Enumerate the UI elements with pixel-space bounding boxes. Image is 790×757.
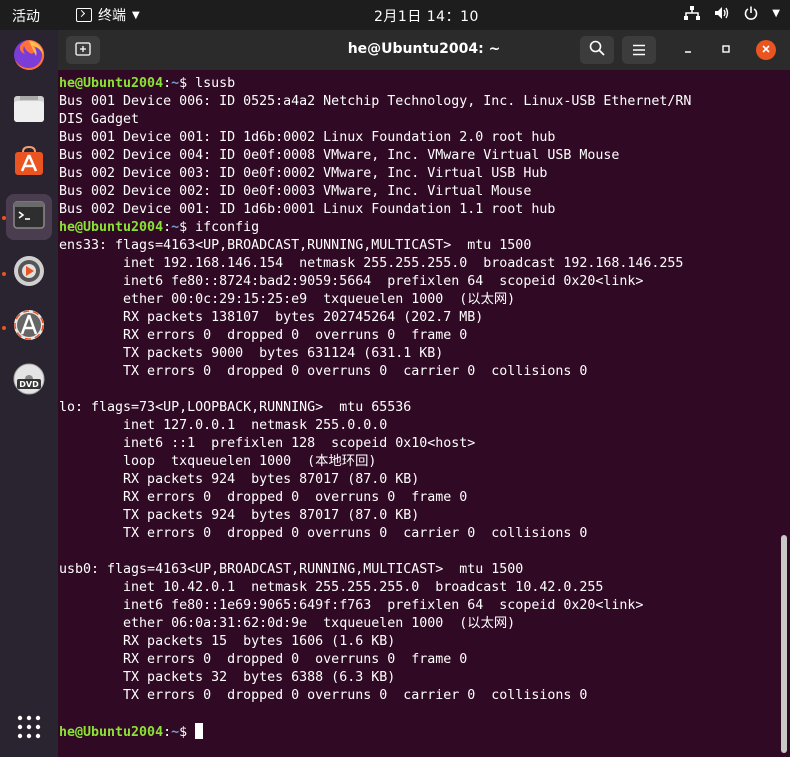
- terminal-output[interactable]: he@Ubuntu2004:~$ lsusb Bus 001 Device 006…: [59, 75, 774, 755]
- dock-firefox[interactable]: [6, 34, 52, 80]
- firefox-icon: [12, 38, 46, 76]
- caret-down-icon[interactable]: ▼: [772, 8, 780, 19]
- output-line: Bus 002 Device 002: ID 0e0f:0003 VMware,…: [59, 184, 532, 199]
- dock-files[interactable]: [6, 88, 52, 134]
- output-line: TX errors 0 dropped 0 overruns 0 carrier…: [59, 688, 588, 703]
- app-grid-icon: [17, 715, 41, 743]
- output-line: usb0: flags=4163<UP,BROADCAST,RUNNING,MU…: [59, 562, 524, 577]
- clock[interactable]: 2月1日 14：10: [374, 6, 479, 26]
- prompt-separator: :: [163, 76, 172, 91]
- prompt-dollar: $: [179, 725, 196, 740]
- output-line: RX packets 138107 bytes 202745264 (202.7…: [59, 310, 484, 325]
- minimize-icon: [683, 43, 693, 57]
- output-line: Bus 001 Device 001: ID 1d6b:0002 Linux F…: [59, 130, 556, 145]
- software-center-icon: [13, 145, 45, 180]
- software-updater-icon: [12, 308, 46, 346]
- minimize-button[interactable]: [678, 40, 698, 60]
- output-line: RX errors 0 dropped 0 overruns 0 frame 0: [59, 652, 468, 667]
- output-line: TX packets 924 bytes 87017 (87.0 KB): [59, 508, 420, 523]
- output-line: lo: flags=73<UP,LOOPBACK,RUNNING> mtu 65…: [59, 400, 412, 415]
- prompt-separator: :: [163, 220, 172, 235]
- prompt-user-host: he@Ubuntu2004: [59, 76, 164, 91]
- prompt-dollar: $: [179, 220, 196, 235]
- prompt-path: ~: [171, 220, 180, 235]
- rhythmbox-icon: [12, 254, 46, 292]
- prompt-user-host: he@Ubuntu2004: [59, 220, 164, 235]
- scrollbar[interactable]: [781, 535, 787, 753]
- dvd-icon: DVD: [12, 362, 46, 400]
- output-line: RX errors 0 dropped 0 overruns 0 frame 0: [59, 328, 468, 343]
- app-menu-label: 终端: [98, 8, 126, 24]
- prompt-user-host: he@Ubuntu2004: [59, 725, 164, 740]
- search-button[interactable]: [580, 36, 614, 64]
- output-line: Bus 002 Device 004: ID 0e0f:0008 VMware,…: [59, 148, 620, 163]
- terminal-icon: [76, 8, 92, 22]
- app-menu[interactable]: 终端 ▼: [76, 5, 140, 25]
- output-line: RX packets 15 bytes 1606 (1.6 KB): [59, 634, 396, 649]
- output-line: RX packets 924 bytes 87017 (87.0 KB): [59, 472, 420, 487]
- dock: DVD: [0, 30, 58, 757]
- output-line: RX errors 0 dropped 0 overruns 0 frame 0: [59, 490, 468, 505]
- prompt-line: he@Ubuntu2004:~$: [59, 723, 774, 741]
- output-line: inet 10.42.0.1 netmask 255.255.255.0 bro…: [59, 580, 604, 595]
- power-icon[interactable]: [744, 6, 758, 20]
- top-bar: 活动 终端 ▼ 2月1日 14：10 ▼: [0, 0, 790, 30]
- output-line: Bus 002 Device 003: ID 0e0f:0002 VMware,…: [59, 166, 548, 181]
- output-line: TX errors 0 dropped 0 overruns 0 carrier…: [59, 364, 588, 379]
- files-icon: [13, 94, 45, 128]
- hamburger-icon: [632, 41, 646, 60]
- command-text: ifconfig: [195, 220, 260, 235]
- dock-terminal[interactable]: [6, 194, 52, 240]
- maximize-button[interactable]: [716, 40, 736, 60]
- prompt-dollar: $: [179, 76, 196, 91]
- activities-button[interactable]: 活动: [12, 6, 40, 26]
- dock-software-center[interactable]: [6, 140, 52, 186]
- maximize-icon: [721, 43, 731, 57]
- prompt-path: ~: [171, 725, 180, 740]
- output-line: inet6 fe80::1e69:9065:649f:f763 prefixle…: [59, 598, 644, 613]
- prompt-path: ~: [171, 76, 180, 91]
- command-text: lsusb: [195, 76, 236, 91]
- show-applications-button[interactable]: [6, 706, 52, 752]
- output-line: ens33: flags=4163<UP,BROADCAST,RUNNING,M…: [59, 238, 532, 253]
- volume-icon[interactable]: [714, 6, 730, 20]
- output-line: Bus 001 Device 006: ID 0525:a4a2 Netchip…: [59, 94, 692, 109]
- output-line: ether 00:0c:29:15:25:e9 txqueuelen 1000 …: [59, 292, 516, 307]
- output-line: inet6 ::1 prefixlen 128 scopeid 0x10<hos…: [59, 436, 476, 451]
- prompt-separator: :: [163, 725, 172, 740]
- system-tray[interactable]: ▼: [684, 6, 780, 20]
- output-line: inet 192.168.146.154 netmask 255.255.255…: [59, 256, 684, 271]
- output-line: TX packets 9000 bytes 631124 (631.1 KB): [59, 346, 444, 361]
- close-button[interactable]: [756, 40, 776, 60]
- prompt-line: he@Ubuntu2004:~$ lsusb: [59, 75, 774, 93]
- output-line: inet 127.0.0.1 netmask 255.0.0.0: [59, 418, 388, 433]
- prompt-line: he@Ubuntu2004:~$ ifconfig: [59, 219, 774, 237]
- output-line: Bus 002 Device 001: ID 1d6b:0001 Linux F…: [59, 202, 556, 217]
- output-line: ether 06:0a:31:62:0d:9e txqueuelen 1000 …: [59, 616, 516, 631]
- search-icon: [589, 40, 605, 60]
- dock-dvd[interactable]: DVD: [6, 358, 52, 404]
- network-icon[interactable]: [684, 6, 701, 20]
- close-icon: [761, 43, 771, 57]
- output-line: inet6 fe80::8724:bad2:9059:5664 prefixle…: [59, 274, 644, 289]
- menu-button[interactable]: [622, 36, 656, 64]
- dock-rhythmbox[interactable]: [6, 250, 52, 296]
- title-bar[interactable]: he@Ubuntu2004: ~: [58, 30, 790, 70]
- dock-software-updater[interactable]: [6, 304, 52, 350]
- caret-down-icon: ▼: [132, 9, 140, 21]
- output-line: TX packets 32 bytes 6388 (6.3 KB): [59, 670, 396, 685]
- output-line: TX errors 0 dropped 0 overruns 0 carrier…: [59, 526, 588, 541]
- text-cursor: [195, 723, 204, 739]
- svg-text:DVD: DVD: [19, 380, 39, 389]
- output-line: DIS Gadget: [59, 112, 140, 127]
- output-line: loop txqueuelen 1000 (本地环回): [59, 454, 377, 469]
- terminal-window: he@Ubuntu2004: ~ he@Ubuntu2004:~$ lsusb …: [58, 30, 790, 757]
- terminal-icon: [13, 201, 45, 233]
